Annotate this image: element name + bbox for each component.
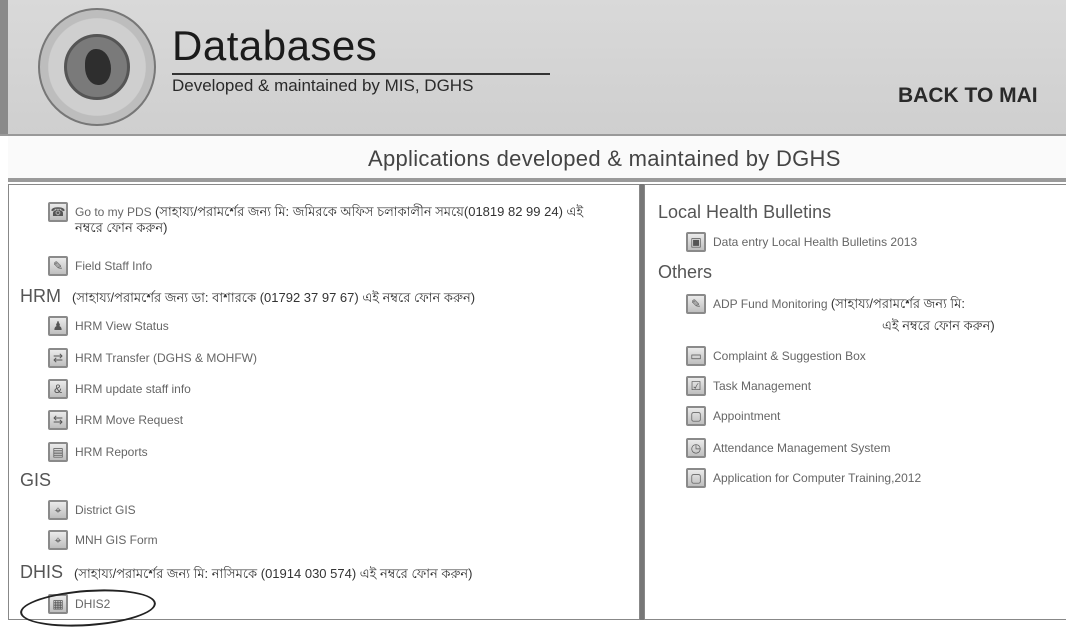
hrm-move-request-link[interactable]: HRM Move Request [75,412,183,428]
seal-center [64,34,130,100]
computer-icon: ▢ [686,468,706,488]
task-management-item[interactable]: ☑ Task Management [686,376,811,396]
hrm-view-status-link[interactable]: HRM View Status [75,318,169,334]
government-seal-logo [38,8,156,126]
pds-help-note: (সাহায্য/পরামর্শের জন্য মি: জমিরকে অফিস … [75,204,584,235]
bulletins-section-heading: Local Health Bulletins [658,202,831,223]
appointment-link[interactable]: Appointment [713,408,780,424]
bulletins-data-entry-link[interactable]: Data entry Local Health Bulletins 2013 [713,234,917,250]
hrm-view-status-item[interactable]: ♟ HRM View Status [48,316,169,336]
clock-icon: ◷ [686,438,706,458]
adp-fund-item[interactable]: ✎ ADP Fund Monitoring (সাহায্য/পরামর্শের… [686,294,1063,314]
complaint-box-link[interactable]: Complaint & Suggestion Box [713,348,866,364]
attendance-system-item[interactable]: ◷ Attendance Management System [686,438,890,458]
mnh-gis-item[interactable]: ⌖ MNH GIS Form [48,530,158,550]
dhis-section-heading: DHIS (সাহায্য/পরামর্শের জন্য মি: নাসিমকে… [20,562,473,586]
pds-link[interactable]: Go to my PDS [75,205,152,219]
hrm-section-heading: HRM (সাহায্য/পরামর্শের জন্য ডা: বাশারকে … [20,286,475,310]
district-gis-link[interactable]: District GIS [75,502,136,518]
computer-training-link[interactable]: Application for Computer Training,2012 [713,470,921,486]
bulletins-title: Local Health Bulletins [658,202,832,222]
header-side-bar [0,0,8,134]
adp-help-note: (সাহায্য/পরামর্শের জন্য মি: [830,296,965,311]
hrm-reports-item[interactable]: ▤ HRM Reports [48,442,148,462]
field-staff-link[interactable]: Field Staff Info [75,258,152,274]
pencil-icon: ✎ [686,294,706,314]
others-title: Others [658,262,713,282]
gis-title: GIS [20,470,52,490]
field-staff-item[interactable]: ✎ Field Staff Info [48,256,152,276]
applications-banner: Applications developed & maintained by D… [8,136,1066,182]
transfer-icon: ⇄ [48,348,68,368]
site-header: Databases Developed & maintained by MIS,… [0,0,1066,136]
bulletins-data-entry-item[interactable]: ▣ Data entry Local Health Bulletins 2013 [686,232,917,252]
phone-icon: ☎ [48,202,68,222]
dhis-title: DHIS [20,562,64,582]
banner-title: Applications developed & maintained by D… [368,146,841,171]
mnh-gis-link[interactable]: MNH GIS Form [75,532,158,548]
bangladesh-map-icon [85,49,111,85]
report-icon: ▤ [48,442,68,462]
person-icon: ♟ [48,316,68,336]
complaint-box-item[interactable]: ▭ Complaint & Suggestion Box [686,346,866,366]
adp-help-note-cont: এই নম্বরে ফোন করুন) [882,318,995,333]
others-section-heading: Others [658,262,712,283]
hrm-help-note: (সাহায্য/পরামর্শের জন্য ডা: বাশারকে (017… [72,290,476,305]
calendar-icon: ▢ [686,406,706,426]
user-edit-icon: & [48,379,68,399]
dhis-help-note: (সাহায্য/পরামর্শের জন্য মি: নাসিমকে (019… [74,566,473,581]
appointment-item[interactable]: ▢ Appointment [686,406,780,426]
hrm-update-staff-item[interactable]: & HRM update staff info [48,379,191,399]
document-icon: ▣ [686,232,706,252]
attendance-system-link[interactable]: Attendance Management System [713,440,890,456]
computer-training-item[interactable]: ▢ Application for Computer Training,2012 [686,468,921,488]
site-title: Databases [172,22,378,69]
pencil-icon: ✎ [48,256,68,276]
task-icon: ☑ [686,376,706,396]
district-gis-item[interactable]: ⌖ District GIS [48,500,136,520]
move-icon: ⇆ [48,410,68,430]
title-underline [172,73,550,75]
map-icon: ⌖ [48,500,68,520]
hrm-title: HRM [20,286,61,306]
left-panel [8,184,640,620]
adp-fund-link[interactable]: ADP Fund Monitoring [713,297,828,311]
hrm-reports-link[interactable]: HRM Reports [75,444,148,460]
hrm-transfer-item[interactable]: ⇄ HRM Transfer (DGHS & MOHFW) [48,348,257,368]
inbox-icon: ▭ [686,346,706,366]
back-to-main-link[interactable]: BACK TO MAI [898,84,1066,108]
task-management-link[interactable]: Task Management [713,378,811,394]
hrm-move-request-item[interactable]: ⇆ HRM Move Request [48,410,183,430]
hrm-transfer-link[interactable]: HRM Transfer (DGHS & MOHFW) [75,350,257,366]
map-icon: ⌖ [48,530,68,550]
site-subtitle: Developed & maintained by MIS, DGHS [172,76,474,95]
hrm-update-staff-link[interactable]: HRM update staff info [75,381,191,397]
gis-section-heading: GIS [20,470,51,491]
pds-item[interactable]: ☎ Go to my PDS (সাহায্য/পরামর্শের জন্য ম… [48,202,595,236]
